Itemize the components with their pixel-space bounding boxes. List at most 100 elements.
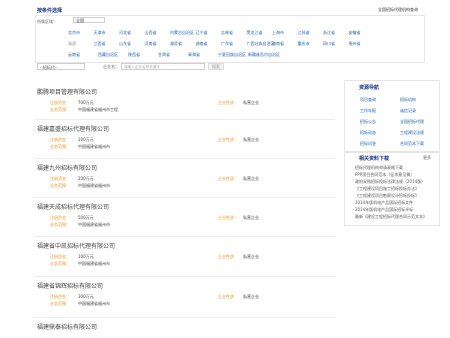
row-label: 业务范围： [50,107,70,112]
download-link[interactable]: 《工程建设项目施工招标投标办法》 [355,186,427,192]
download-link[interactable]: PPP项目合同范本（征求意见稿） [355,172,427,178]
download-link[interactable]: 招标代理机构申请表格下载 [355,165,427,171]
province-option[interactable]: 湖南省 [196,41,208,47]
name-label: 企业名： [103,64,119,69]
download-link[interactable]: 政府采购招标投标法律法规（2014版） [355,179,427,185]
row-label: 业务范围： [50,183,70,188]
province-option[interactable]: 陕西省 [128,52,140,58]
province-option[interactable]: 青海省 [188,52,200,58]
row-value: 中国福建省福州市 [78,183,110,188]
divider [35,236,335,237]
company-name-link[interactable]: 福建嘉盛招标代理有限公司 [37,124,109,133]
keyword-select[interactable]: --招标代-- [37,63,85,70]
resource-nav-link[interactable]: 工程建设法规 [400,130,424,136]
province-row-3: 云南省 西藏自治区 陕西省 甘肃省 青海省 宁夏回族自治区 新疆维吾尔自治区 [68,52,413,58]
province-option[interactable]: 上海市 [272,30,284,36]
row-value: 私营企业 [243,254,259,259]
resource-nav-link[interactable]: 项目查询 [360,97,376,103]
row-value: 200万元 [78,176,94,181]
province-option[interactable]: 黑龙江省 [247,30,263,36]
top-link[interactable]: 全国招标代理机构查询 [378,7,418,13]
row-label: 注册资金： [50,294,70,299]
row-label: 企业性质： [218,254,238,259]
row-value: 私营企业 [243,137,259,142]
province-option[interactable]: 河南省 [145,41,157,47]
download-link[interactable]: 最新《建设工程招标代理合同示范文本》 [355,214,427,220]
resource-nav-link[interactable]: 招标公告 [360,119,376,125]
downloads-more-link[interactable]: 更多 [423,155,431,161]
province-option[interactable]: 辽宁省 [196,30,208,36]
resource-nav-link[interactable]: 全国招标代理 [400,119,424,125]
province-option[interactable]: 西藏自治区 [98,52,118,58]
province-option[interactable]: 江苏省 [298,30,310,36]
company-name-link[interactable]: 福建省锦辉招标有限公司 [37,281,103,290]
province-option[interactable]: 湖北省 [170,41,182,47]
province-option[interactable]: 重庆市 [298,41,310,47]
row-value: 700万元 [78,100,94,105]
row-value: 私营企业 [243,294,259,299]
download-link[interactable]: 2014年版机电产品国际招标评标 [355,207,427,213]
province-option[interactable]: 广东省 [221,41,233,47]
province-option[interactable]: 内蒙古自治区 [170,30,194,36]
province-option[interactable]: 宁夏回族自治区 [218,52,246,58]
row-value: 100万元 [78,254,94,259]
row-value: 私营企业 [243,215,259,220]
row-label: 业务范围： [50,222,70,227]
row-value: 中国福建省福州市 [78,222,110,227]
province-option[interactable]: 山东省 [119,41,131,47]
province-option[interactable]: 浙江省 [323,30,335,36]
region-label: 所属区域： [37,19,57,24]
province-option[interactable]: 甘肃省 [158,52,170,58]
province-option[interactable]: 天津市 [94,30,106,36]
province-row-2: 福建 江西省 山东省 河南省 湖北省 湖南省 广东省 广西壮族自治区 海南省 重庆市 四川省 贵州省 [68,41,413,47]
download-link[interactable]: 2014年版机电产品国际招标文件 [355,200,427,206]
province-option[interactable]: 安徽省 [349,30,361,36]
row-label: 注册资金： [50,176,70,181]
divider [35,317,335,318]
province-option[interactable]: 海南省 [272,41,284,47]
divider [35,276,335,277]
province-option[interactable]: 云南省 [68,52,80,58]
company-name-link[interactable]: 福建九州招标有限公司 [37,163,97,172]
row-label: 业务范围： [50,261,70,266]
province-option[interactable]: 吉林省 [221,30,233,36]
row-value: 300万元 [78,294,94,299]
company-name-link[interactable]: 福建天成招标代理有限公司 [37,202,109,211]
company-name-link[interactable]: 福建省中凯招标代理有限公司 [37,241,115,250]
resource-nav-link[interactable]: 招标问答 [360,141,376,147]
resource-nav-link[interactable]: 招标机构 [400,97,416,103]
filter-title: 按条件选择 [37,8,63,14]
row-label: 企业性质： [218,215,238,220]
row-value: 私营企业 [243,176,259,181]
company-name-link[interactable]: 福建鼎泰招标有限公司 [37,322,97,331]
row-value: 中国福建省福州市 [78,261,110,266]
row-label: 业务范围： [50,301,70,306]
province-option[interactable]: 河北省 [119,30,131,36]
province-option[interactable]: 贵州省 [349,41,361,47]
row-value: 中国福建省福州市 [78,144,110,149]
province-option[interactable]: 新疆维吾尔自治区 [248,52,280,58]
company-name-link[interactable]: 鹏腾项目管理有限公司 [37,87,97,96]
province-option[interactable]: 北京市 [68,30,80,36]
province-option[interactable]: 福建 [68,41,76,47]
resource-nav-link[interactable]: 合同范本下载 [400,141,424,147]
row-label: 企业性质： [218,137,238,142]
region-select[interactable]: 全国 [73,17,105,23]
resource-nav-link[interactable]: 诚信记录 [400,108,416,114]
divider [35,119,335,120]
resource-nav-link[interactable]: 招标动态 [360,130,376,136]
province-option[interactable]: 广西壮族自治区 [247,41,275,47]
row-value: 100万元 [78,137,94,142]
resource-nav-link[interactable]: 工作年报 [360,108,376,114]
province-option[interactable]: 江西省 [94,41,106,47]
divider [35,197,335,198]
province-option[interactable]: 四川省 [323,41,335,47]
download-link[interactable]: 《工程建设项目勘察设计招标投标》 [355,193,427,199]
row-label: 企业性质： [218,100,238,105]
company-name-input[interactable]: 请输入企业名称关键字 [121,63,205,70]
province-option[interactable]: 山西省 [145,30,157,36]
row-label: 企业性质： [218,176,238,181]
search-button[interactable]: 搜索 [208,63,224,70]
row-label: 注册资金： [50,100,70,105]
row-value: 中国福建省福州市 [78,301,110,306]
